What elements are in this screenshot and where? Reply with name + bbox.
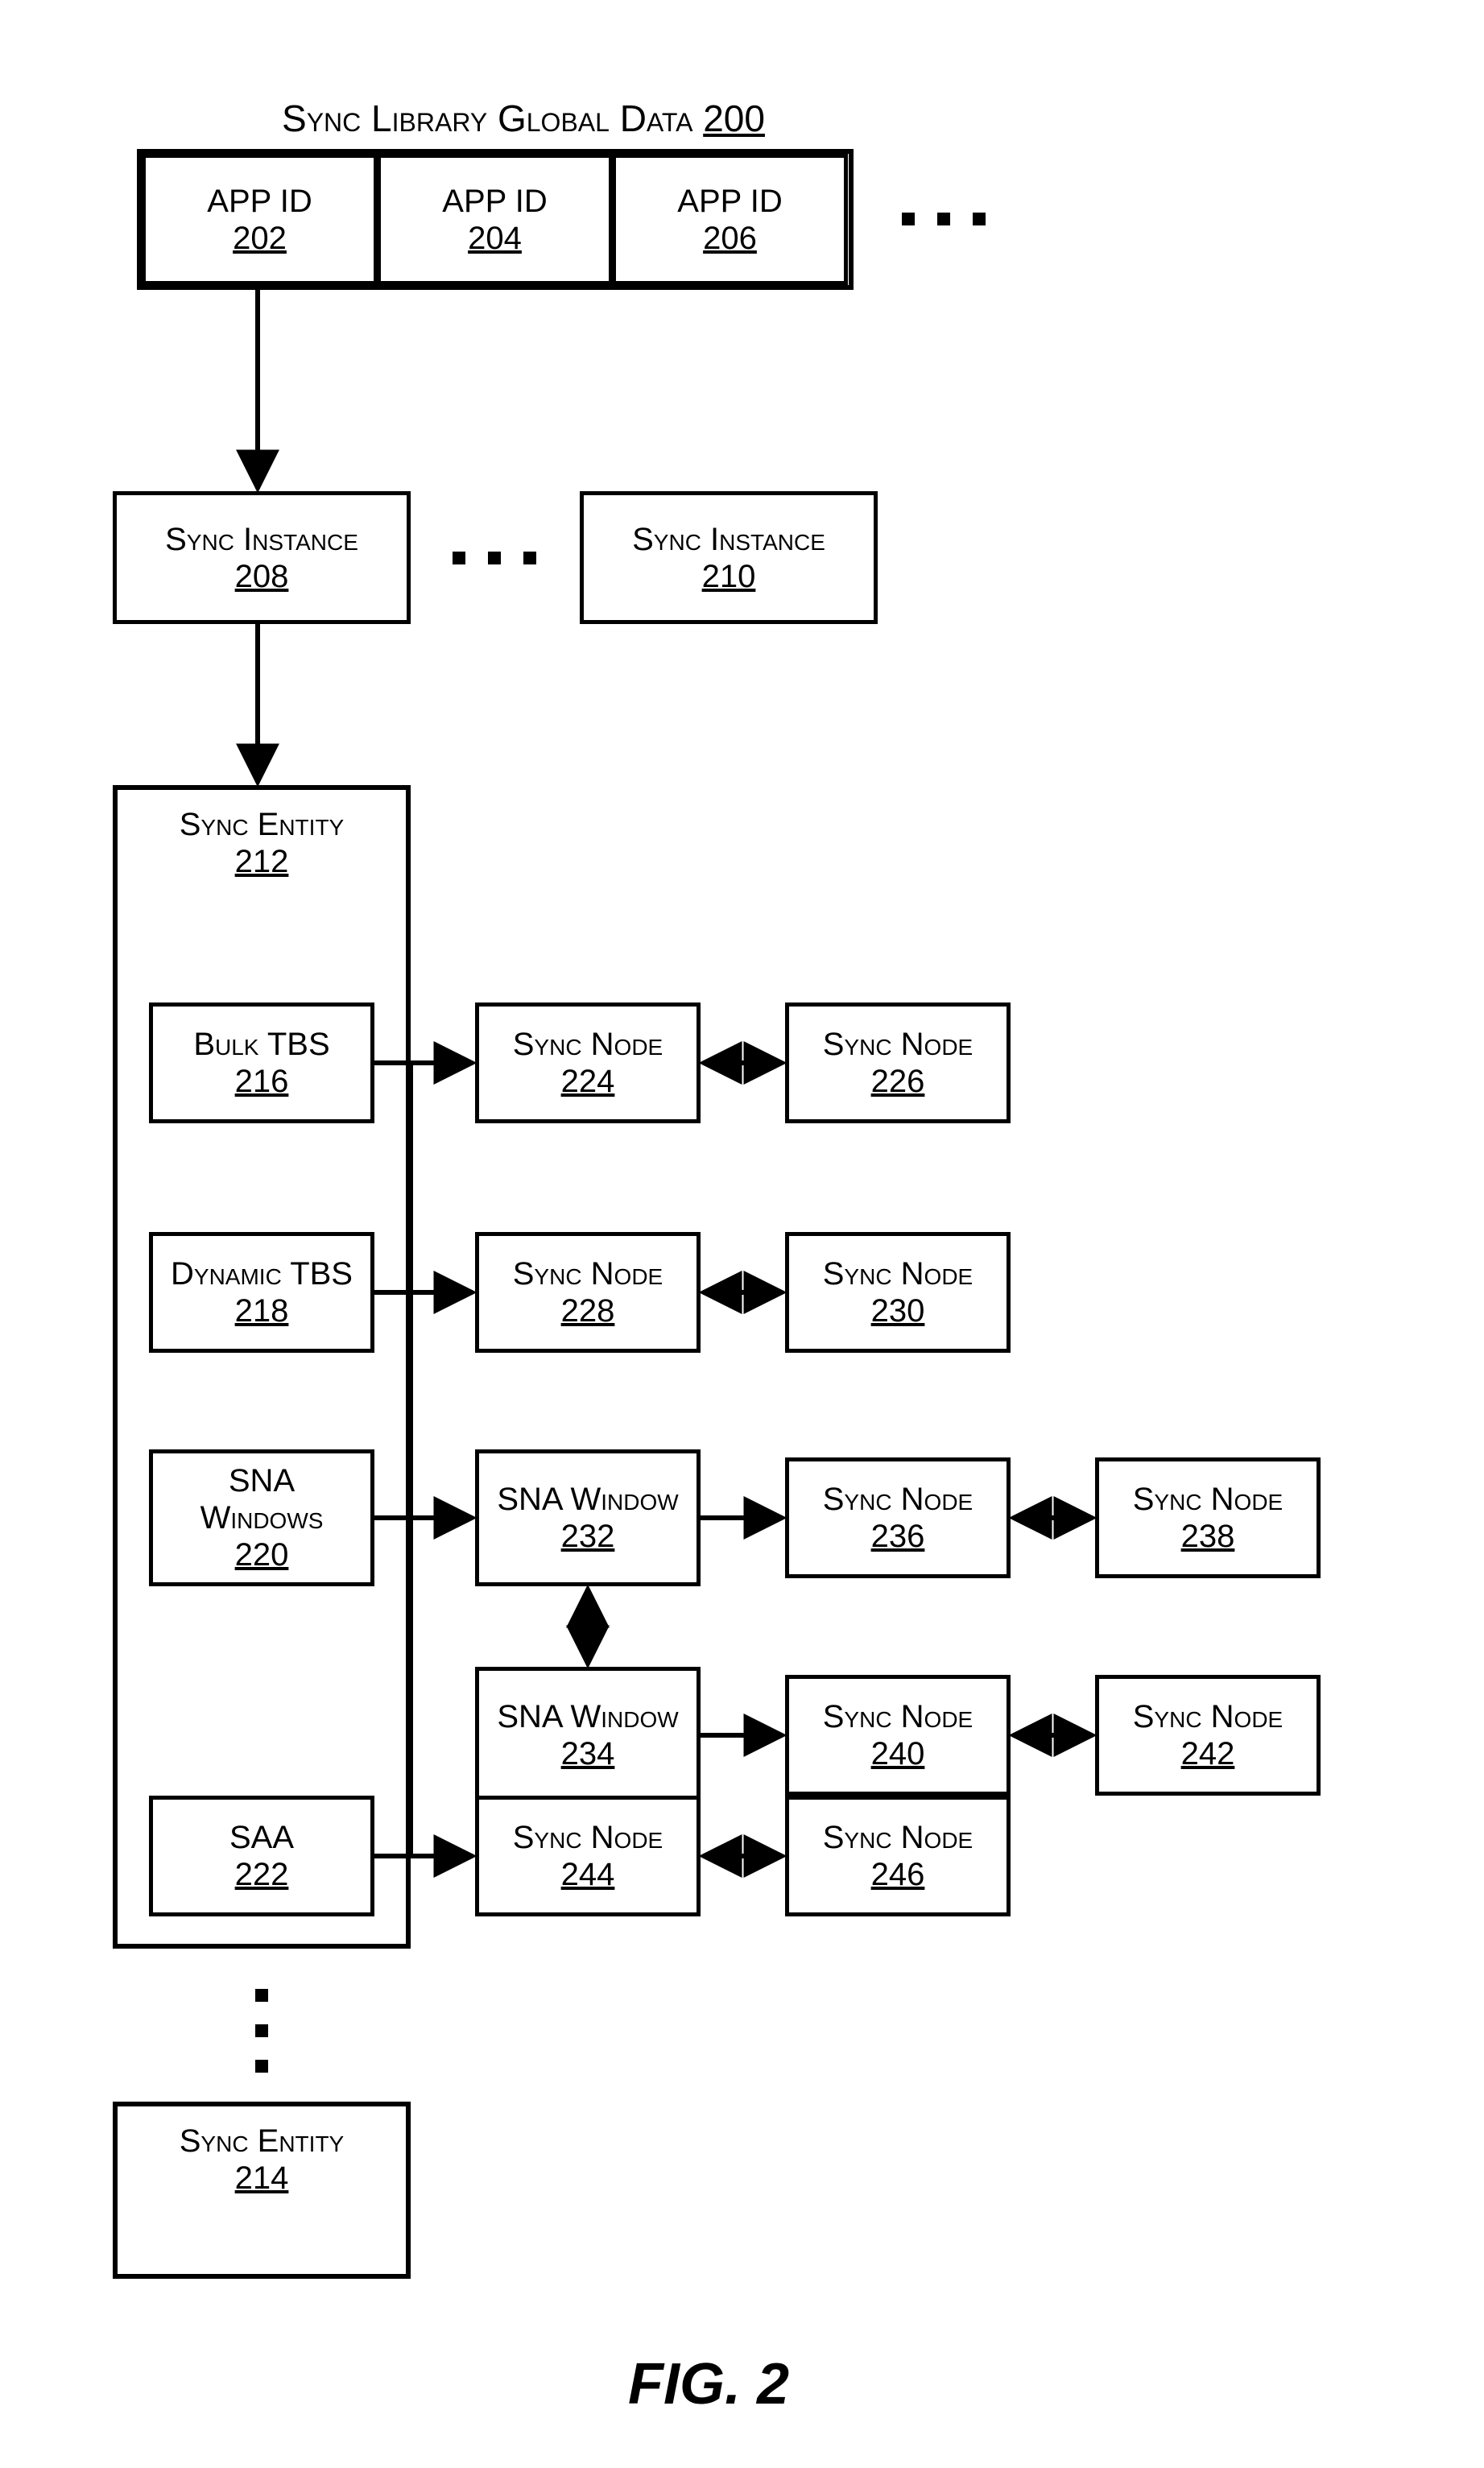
sync-entity-212: Sync Entity 212 <box>113 785 411 1949</box>
dynamic-tbs-218: Dynamic TBS 218 <box>149 1232 374 1353</box>
sync-node-224: Sync Node 224 <box>475 1002 701 1123</box>
sync-node-num: 238 <box>1181 1518 1235 1555</box>
saa-num: 222 <box>235 1856 289 1893</box>
sync-node-num: 242 <box>1181 1735 1235 1772</box>
sync-node-num: 224 <box>561 1063 615 1100</box>
app-id-box-206: APP ID 206 <box>612 154 848 285</box>
app-id-label: APP ID <box>207 183 312 220</box>
bulk-tbs-label: Bulk TBS <box>193 1026 329 1063</box>
figure-caption: FIG. 2 <box>628 2351 789 2417</box>
sync-node-num: 244 <box>561 1856 615 1893</box>
header-num: 200 <box>703 97 765 139</box>
sync-node-num: 240 <box>871 1735 925 1772</box>
sync-node-label: Sync Node <box>513 1026 663 1063</box>
sync-entity-num: 214 <box>235 2160 289 2197</box>
bulk-tbs-num: 216 <box>235 1063 289 1100</box>
app-id-box-202: APP ID 202 <box>142 154 378 285</box>
sync-node-230: Sync Node 230 <box>785 1232 1011 1353</box>
header-title: Sync Library Global Data 200 <box>242 97 805 140</box>
sna-window-232: SNA Window 232 <box>475 1449 701 1586</box>
ellipsis-icon <box>453 552 536 564</box>
ellipsis-icon <box>902 213 986 225</box>
sync-node-label: Sync Node <box>823 1481 973 1518</box>
sync-node-label: Sync Node <box>823 1255 973 1292</box>
app-id-num: 204 <box>468 220 522 257</box>
ellipsis-icon <box>255 1989 268 2073</box>
sna-window-234: SNA Window 234 <box>475 1667 701 1804</box>
sync-entity-label: Sync Entity <box>180 806 344 843</box>
sync-instance-num: 210 <box>702 558 756 595</box>
app-id-label: APP ID <box>442 183 547 220</box>
app-id-label: APP ID <box>677 183 782 220</box>
sync-node-num: 246 <box>871 1856 925 1893</box>
sync-instance-num: 208 <box>235 558 289 595</box>
sync-node-label: Sync Node <box>1133 1698 1283 1735</box>
diagram-page: Sync Library Global Data 200 APP ID 202 … <box>0 0 1484 2468</box>
sync-node-label: Sync Node <box>823 1026 973 1063</box>
sync-node-num: 226 <box>871 1063 925 1100</box>
sync-node-228: Sync Node 228 <box>475 1232 701 1353</box>
sync-node-label: Sync Node <box>823 1819 973 1856</box>
sna-window-label: SNA Window <box>497 1698 678 1735</box>
sync-entity-214: Sync Entity 214 <box>113 2102 411 2279</box>
app-id-num: 206 <box>703 220 757 257</box>
sync-node-238: Sync Node 238 <box>1095 1457 1321 1578</box>
sna-windows-label2: Windows <box>200 1499 324 1536</box>
app-id-box-204: APP ID 204 <box>377 154 613 285</box>
sna-window-label: SNA Window <box>497 1481 678 1518</box>
sna-window-num: 232 <box>561 1518 615 1555</box>
sync-instance-label: Sync Instance <box>165 521 358 558</box>
sync-node-label: Sync Node <box>513 1255 663 1292</box>
sync-node-242: Sync Node 242 <box>1095 1675 1321 1796</box>
dynamic-tbs-num: 218 <box>235 1292 289 1329</box>
sna-window-num: 234 <box>561 1735 615 1772</box>
sync-node-236: Sync Node 236 <box>785 1457 1011 1578</box>
sync-node-240: Sync Node 240 <box>785 1675 1011 1796</box>
dynamic-tbs-label: Dynamic TBS <box>171 1255 353 1292</box>
sync-node-label: Sync Node <box>823 1698 973 1735</box>
app-id-num: 202 <box>233 220 287 257</box>
sync-node-label: Sync Node <box>1133 1481 1283 1518</box>
sync-node-244: Sync Node 244 <box>475 1796 701 1916</box>
sync-node-label: Sync Node <box>513 1819 663 1856</box>
header-text: Sync Library Global Data <box>282 97 692 139</box>
sync-node-226: Sync Node 226 <box>785 1002 1011 1123</box>
sync-node-num: 230 <box>871 1292 925 1329</box>
sync-node-246: Sync Node 246 <box>785 1796 1011 1916</box>
sync-instance-label: Sync Instance <box>632 521 825 558</box>
sync-node-num: 236 <box>871 1518 925 1555</box>
sync-entity-num: 212 <box>235 843 289 880</box>
sync-instance-208: Sync Instance 208 <box>113 491 411 624</box>
bulk-tbs-216: Bulk TBS 216 <box>149 1002 374 1123</box>
sna-windows-num: 220 <box>235 1536 289 1573</box>
saa-label: SAA <box>229 1819 294 1856</box>
sna-windows-label1: SNA <box>229 1462 295 1499</box>
sna-windows-220: SNA Windows 220 <box>149 1449 374 1586</box>
saa-222: SAA 222 <box>149 1796 374 1916</box>
sync-entity-label: Sync Entity <box>180 2123 344 2160</box>
sync-instance-210: Sync Instance 210 <box>580 491 878 624</box>
sync-node-num: 228 <box>561 1292 615 1329</box>
